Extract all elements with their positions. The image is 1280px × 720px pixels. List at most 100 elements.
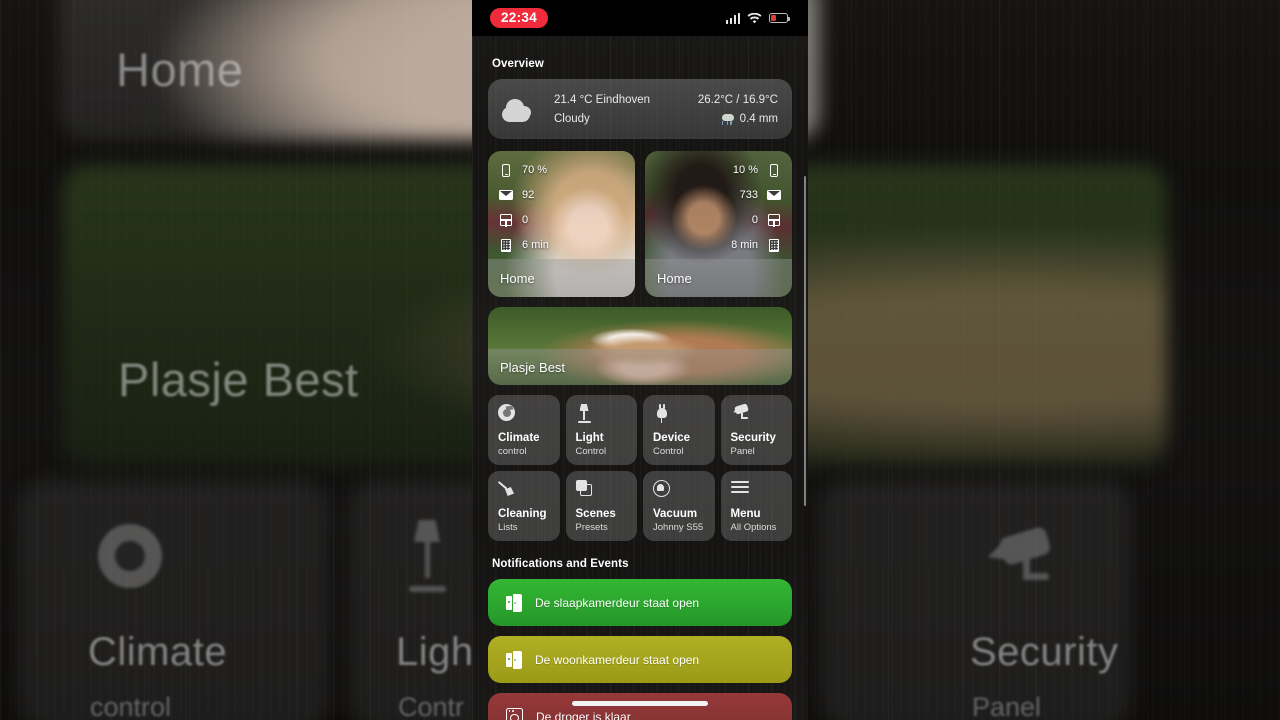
tile-scenes[interactable]: Scenes Presets (565, 471, 637, 541)
phone-screen: 22:34 Overview 21.4 °C Eindhoven Cloudy … (472, 0, 808, 720)
vertical-scrollbar[interactable] (803, 176, 806, 506)
climate-icon (498, 404, 515, 421)
tile-label: Vacuum (653, 508, 698, 520)
person-name: Home (500, 270, 535, 286)
background-ghost-tile-security-sub: Panel (972, 692, 1042, 720)
open-door-icon (506, 650, 522, 669)
tile-label: Climate (498, 432, 540, 444)
tile-sublabel: Control (575, 445, 607, 457)
open-door-icon (506, 593, 522, 612)
tile-security[interactable]: Security Panel (720, 395, 792, 465)
scenes-icon (575, 480, 593, 497)
cellular-signal-icon (725, 12, 740, 24)
person-card-bride[interactable]: 70 % 92 0 6 min Home (488, 151, 635, 297)
mail-icon (767, 188, 781, 202)
app-scroll-area[interactable]: Overview 21.4 °C Eindhoven Cloudy 26.2°C… (472, 58, 808, 720)
tile-device[interactable]: Device Control (643, 395, 715, 465)
stat-commute: 6 min (499, 238, 549, 252)
stat-package: 0 (499, 213, 528, 227)
weather-precipitation: 0.4 mm (739, 112, 778, 125)
action-tiles-grid: Climate control Light Control Device Con… (488, 395, 792, 541)
weather-condition: Cloudy (554, 112, 590, 125)
person-label-bar: Home (645, 259, 792, 297)
background-ghost-home-label: Home (116, 43, 244, 96)
vacuum-icon (653, 480, 670, 497)
stat-value: 733 (739, 189, 758, 201)
stat-phone-battery: 70 % (499, 163, 547, 177)
tile-sublabel: Panel (730, 445, 755, 457)
status-bar-indicators (725, 12, 791, 24)
stat-value: 10 % (732, 164, 758, 176)
person-stats-right: 10 % 733 0 8 min (731, 163, 781, 252)
tile-sublabel: All Options (730, 521, 777, 533)
background-ghost-camera-icon (985, 525, 1059, 584)
package-icon (499, 213, 513, 227)
background-ghost-tile-climate (18, 480, 330, 720)
weather-high-low: 26.2°C / 16.9°C (697, 93, 778, 106)
rain-cloud-icon (721, 113, 734, 125)
notification-dryer-ready[interactable]: De droger is klaar (488, 693, 792, 720)
stat-package: 0 (752, 213, 781, 227)
tile-label: Light (575, 432, 604, 444)
screenshot-stage: Home Plasje Best Climate control Light C… (0, 0, 1280, 720)
stat-value: 0 (522, 214, 529, 226)
notification-text: De woonkamerdeur staat open (535, 652, 700, 667)
tile-climate[interactable]: Climate control (488, 395, 560, 465)
tile-sublabel: Johnny S55 (653, 521, 704, 533)
tile-vacuum[interactable]: Vacuum Johnny S55 (643, 471, 715, 541)
stat-value: 6 min (522, 239, 549, 251)
tile-sublabel: Presets (575, 521, 608, 533)
status-bar: 22:34 (472, 0, 808, 36)
stat-value: 8 min (731, 239, 758, 251)
background-ghost-tile-climate-label: Climate (88, 630, 228, 674)
hamburger-menu-icon (730, 480, 749, 494)
broom-icon (497, 480, 516, 498)
cctv-camera-icon (731, 403, 751, 419)
package-icon (767, 213, 781, 227)
overview-section-title: Overview (492, 58, 544, 70)
notification-livingroom-door[interactable]: De woonkamerdeur staat open (488, 636, 792, 683)
cloud-icon (500, 94, 544, 124)
stat-commute: 8 min (731, 238, 781, 252)
home-indicator[interactable] (572, 701, 708, 706)
stat-mail: 92 (499, 188, 534, 202)
tile-menu[interactable]: Menu All Options (720, 471, 792, 541)
tile-sublabel: Lists (498, 521, 518, 533)
person-label-bar: Home (488, 259, 635, 297)
notifications-section-title: Notifications and Events (492, 558, 629, 570)
lamp-icon (576, 404, 593, 423)
tile-light[interactable]: Light Control (565, 395, 637, 465)
wifi-icon (747, 12, 762, 23)
notification-bedroom-door[interactable]: De slaapkamerdeur staat open (488, 579, 792, 626)
tile-sublabel: control (498, 445, 527, 457)
tile-cleaning[interactable]: Cleaning Lists (488, 471, 560, 541)
phone-battery-icon (499, 163, 513, 177)
background-ghost-pet-label: Plasje Best (118, 353, 359, 406)
tile-label: Security (730, 432, 776, 444)
pet-card[interactable]: Plasje Best (488, 307, 792, 385)
background-ghost-lamp-icon (404, 520, 450, 592)
status-bar-clock: 22:34 (490, 7, 549, 29)
person-cards-row: 70 % 92 0 6 min Home 10 % 733 0 8 min Ho… (488, 151, 792, 297)
background-ghost-tile-climate-sub: control (90, 692, 172, 720)
person-stats-left: 70 % 92 0 6 min (499, 163, 549, 252)
weather-temperature-location: 21.4 °C Eindhoven (554, 93, 651, 106)
building-commute-icon (499, 238, 513, 252)
tile-sublabel: Control (653, 445, 684, 457)
background-ghost-tile-light-sub: Contr (398, 692, 465, 720)
notification-text: De slaapkamerdeur staat open (535, 595, 700, 610)
dryer-icon (506, 708, 523, 720)
person-card-groom[interactable]: 10 % 733 0 8 min Home (645, 151, 792, 297)
tile-label: Menu (730, 508, 761, 520)
phone-battery-icon (767, 163, 781, 177)
weather-card[interactable]: 21.4 °C Eindhoven Cloudy 26.2°C / 16.9°C… (488, 79, 792, 139)
stat-mail: 733 (740, 188, 781, 202)
battery-low-icon (769, 12, 791, 24)
notification-text: De droger is klaar (536, 709, 631, 720)
background-ghost-tile-security-label: Security (970, 630, 1119, 674)
tile-label: Device (653, 432, 691, 444)
plug-icon (653, 404, 670, 423)
background-ghost-tile-security (820, 480, 1132, 720)
stat-phone-battery: 10 % (733, 163, 781, 177)
mail-icon (499, 188, 513, 202)
